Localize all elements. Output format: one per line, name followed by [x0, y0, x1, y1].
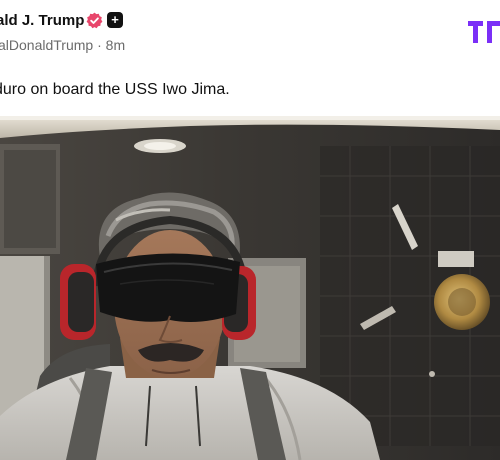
author-handle-line: alDonaldTrump · 8m: [0, 37, 125, 53]
post-text: duro on board the USS Iwo Jima.: [0, 81, 230, 98]
post-header: ald J. Trump + alDonaldTrump · 8m: [0, 0, 500, 60]
post-timestamp[interactable]: 8m: [106, 37, 125, 53]
author-display-name[interactable]: ald J. Trump: [0, 12, 84, 29]
author-handle[interactable]: alDonaldTrump: [0, 37, 93, 53]
post-photo[interactable]: [0, 116, 500, 460]
truth-social-logo[interactable]: [468, 20, 500, 44]
plus-badge-icon: +: [107, 12, 123, 28]
verified-check-icon: [86, 12, 103, 29]
truth-post: ald J. Trump + alDonaldTrump · 8m duro o…: [0, 0, 500, 460]
photo-image: [0, 116, 500, 460]
handle-separator: ·: [97, 37, 102, 53]
